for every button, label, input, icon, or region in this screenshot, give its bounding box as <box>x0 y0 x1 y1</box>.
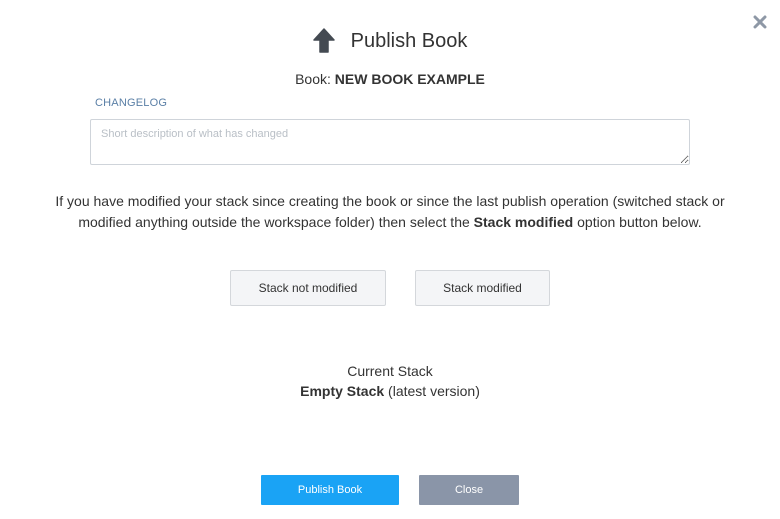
dialog-title: Publish Book <box>350 29 468 52</box>
stack-info-text: If you have modified your stack since cr… <box>40 191 740 233</box>
publish-book-dialog: Publish Book Book: NEW BOOK EXAMPLE CHAN… <box>0 0 780 519</box>
book-name: NEW BOOK EXAMPLE <box>334 71 485 87</box>
stack-name: Empty Stack <box>300 383 385 399</box>
info-text-emphasis: Stack modified <box>473 214 574 230</box>
current-stack-heading: Current Stack <box>347 363 433 379</box>
current-stack-value: Empty Stack (latest version) <box>0 381 780 401</box>
publish-book-button[interactable]: Publish Book <box>261 475 399 505</box>
book-label: Book: <box>295 71 335 87</box>
changelog-input[interactable] <box>90 119 690 165</box>
stack-version: (latest version) <box>384 383 480 399</box>
arrow-up-icon <box>312 28 335 54</box>
book-info: Book: NEW BOOK EXAMPLE <box>0 71 780 87</box>
dialog-header: Publish Book <box>0 28 780 54</box>
current-stack-section: Current Stack Empty Stack (latest versio… <box>0 361 780 401</box>
stack-not-modified-button[interactable]: Stack not modified <box>230 270 386 306</box>
info-text-end: option button below. <box>573 214 702 230</box>
stack-modified-button[interactable]: Stack modified <box>415 270 550 306</box>
close-button[interactable]: Close <box>419 475 519 505</box>
changelog-label: CHANGELOG <box>95 97 168 109</box>
